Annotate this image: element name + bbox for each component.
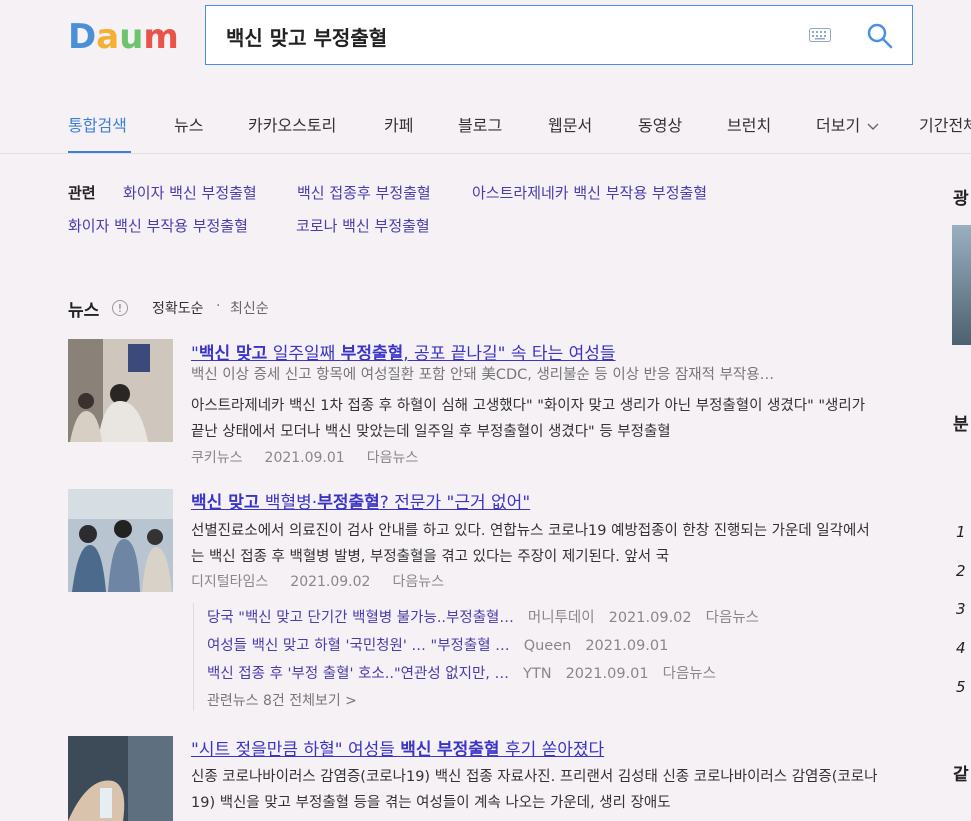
rank-number: 3 — [956, 600, 966, 618]
sub-news-source[interactable]: 머니투데이 — [528, 610, 595, 626]
news-snippet: 신종 코로나바이러스 감염증(코로나19) 백신 접종 자료사진. 프리랜서 김… — [191, 769, 878, 811]
sort-accuracy[interactable]: 정확도순 — [152, 298, 204, 318]
search-box — [205, 5, 913, 65]
sub-news-source[interactable]: Queen — [524, 638, 572, 654]
search-input[interactable] — [224, 18, 788, 54]
sub-news-source[interactable]: YTN — [523, 666, 552, 682]
sub-news-item: 백신 접종 후 '부정 출혈' 호소.."연관성 없지만, … YTN 2021.0… — [207, 662, 716, 683]
news-snippet: 백신 이상 증세 신고 항목에 여성질환 포함 안돼 美CDC, 생리불순 등 … — [191, 367, 775, 383]
news-title-link[interactable]: "시트 젖을만큼 하혈" 여성들 백신 부정출혈 후기 쏟아졌다 — [191, 735, 604, 760]
sidebar-heading: 광 — [953, 189, 969, 209]
tab-blog[interactable]: 블로그 — [458, 112, 502, 136]
sidebar-heading: 같 — [953, 765, 969, 785]
rank-number: 2 — [956, 562, 966, 580]
sub-news-date: 2021.09.02 — [608, 610, 692, 626]
news-date: 2021.09.02 — [290, 574, 371, 590]
news-title-link[interactable]: "백신 맞고 일주일째 부정출혈, 공포 끝나길" 속 타는 여성들 — [191, 339, 616, 364]
news-via[interactable]: 다음뉴스 — [392, 574, 444, 590]
news-meta: 디지털타임스 2021.09.02 다음뉴스 — [191, 571, 466, 591]
sub-news-item: 여성들 백신 맞고 하혈 '국민청원' … "부정출혈 … Queen 2021.0… — [207, 634, 668, 655]
sub-news-via[interactable]: 다음뉴스 — [663, 666, 716, 682]
sub-news-title[interactable]: 여성들 백신 맞고 하혈 '국민청원' … "부정출혈 … — [207, 638, 510, 654]
daum-logo[interactable]: Daum — [68, 18, 180, 54]
info-icon[interactable]: ! — [112, 300, 128, 316]
tab-brunch[interactable]: 브런치 — [727, 112, 771, 136]
tab-news[interactable]: 뉴스 — [174, 112, 203, 136]
tab-webdoc[interactable]: 웹문서 — [548, 112, 592, 136]
related-link[interactable]: 백신 접종후 부정출혈 — [297, 182, 431, 203]
news-thumbnail[interactable] — [68, 736, 173, 821]
tab-video[interactable]: 동영상 — [638, 112, 682, 136]
rank-number: 5 — [956, 678, 966, 696]
news-source[interactable]: 쿠키뉴스 — [191, 450, 243, 466]
sub-news-title[interactable]: 백신 접종 후 '부정 출혈' 호소.."연관성 없지만, … — [207, 666, 509, 682]
svg-text:Daum: Daum — [68, 18, 179, 54]
sub-news-date: 2021.09.01 — [585, 638, 669, 654]
news-snippet: 선별진료소에서 의료진이 검사 안내를 하고 있다. 연합뉴스 코로나19 예방… — [191, 523, 870, 565]
tab-kakaostory[interactable]: 카카오스토리 — [248, 112, 336, 136]
sub-news-title[interactable]: 당국 "백신 맞고 단기간 백혈병 불가능..부정출혈… — [207, 610, 514, 626]
sidebar-heading: 분 — [953, 415, 969, 435]
news-title-link[interactable]: 백신 맞고 백혈병·부정출혈? 전문가 "근거 없어" — [191, 488, 530, 513]
sub-news-date: 2021.09.01 — [565, 666, 649, 682]
tab-more[interactable]: 더보기 — [816, 112, 879, 136]
sidebar-image[interactable] — [952, 225, 971, 345]
tabs-divider — [0, 153, 971, 154]
news-meta: 쿠키뉴스 2021.09.01 다음뉴스 — [191, 447, 440, 467]
sort-recent[interactable]: 최신순 — [230, 298, 269, 318]
search-icon[interactable] — [865, 21, 895, 51]
sub-news-divider — [193, 603, 194, 711]
news-section-title: 뉴스 — [68, 301, 100, 321]
rank-number: 4 — [956, 639, 966, 657]
tab-integrated[interactable]: 통합검색 — [68, 112, 127, 136]
news-thumbnail[interactable] — [68, 489, 173, 592]
news-source[interactable]: 디지털타임스 — [191, 574, 268, 590]
news-date: 2021.09.01 — [264, 450, 345, 466]
news-via[interactable]: 다음뉴스 — [367, 450, 419, 466]
tab-cafe[interactable]: 카페 — [384, 112, 413, 136]
news-thumbnail[interactable] — [68, 339, 173, 442]
chevron-down-icon — [867, 123, 879, 130]
tab-period[interactable]: 기간전체 — [919, 112, 971, 136]
related-link[interactable]: 화이자 백신 부정출혈 — [123, 182, 257, 203]
sort-separator: · — [216, 298, 221, 314]
related-link[interactable]: 아스트라제네카 백신 부작용 부정출혈 — [472, 182, 707, 203]
rank-number: 1 — [956, 523, 966, 541]
tab-more-label: 더보기 — [816, 116, 861, 135]
related-link[interactable]: 화이자 백신 부작용 부정출혈 — [68, 215, 248, 236]
related-link[interactable]: 코로나 백신 부정출혈 — [296, 215, 430, 236]
related-label: 관련 — [68, 184, 96, 202]
search-tabs: 통합검색 뉴스 카카오스토리 카페 블로그 웹문서 동영상 브런치 더보기 기간… — [0, 100, 971, 154]
sub-news-via[interactable]: 다음뉴스 — [706, 610, 759, 626]
related-news-more-link[interactable]: 관련뉴스 8건 전체보기 > — [207, 690, 357, 710]
sub-news-item: 당국 "백신 맞고 단기간 백혈병 불가능..부정출혈… 머니투데이 2021.09… — [207, 606, 759, 627]
keyboard-icon[interactable] — [809, 28, 831, 42]
news-snippet: 아스트라제네카 백신 1차 접종 후 하혈이 심해 고생했다" "화이자 맞고 … — [191, 398, 866, 440]
